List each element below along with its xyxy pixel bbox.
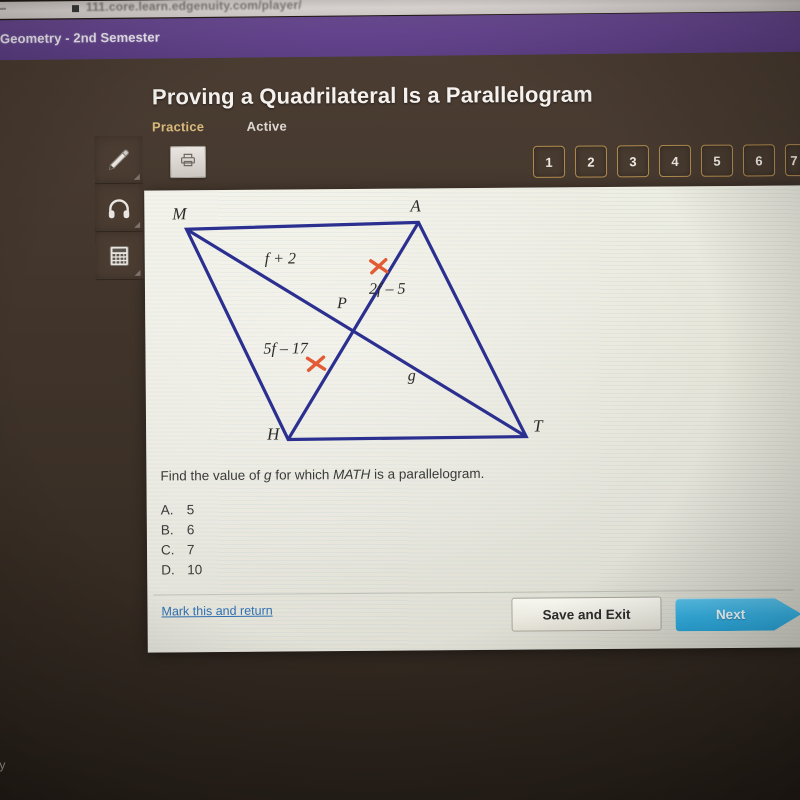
choice-letter: B.: [160, 522, 174, 538]
answer-choice-b[interactable]: B. 6: [161, 520, 202, 540]
next-button-label: Next: [715, 606, 746, 623]
tick-upper-right: [369, 257, 389, 275]
save-and-exit-button[interactable]: Save and Exit: [511, 596, 662, 632]
choice-letter: D.: [161, 562, 175, 578]
question-chip-6[interactable]: 6: [742, 144, 776, 177]
choice-letter: C.: [160, 542, 175, 558]
calculator-icon: [107, 243, 131, 267]
audio-tool-button[interactable]: [94, 183, 144, 233]
course-title: Geometry - 2nd Semester: [0, 29, 160, 47]
bottom-clipped-text: ty: [0, 758, 6, 772]
answer-choices: A. 5 B. 6 C. 7 D. 10: [161, 500, 203, 580]
prompt-text-before: Find the value of: [160, 467, 265, 484]
segment-label-f-plus-2: f + 2: [265, 250, 296, 267]
lesson-type-label: Practice: [151, 119, 205, 135]
tick-lower-left: [305, 355, 327, 372]
url-text[interactable]: 111.core.learn.edgenuity.com/player/: [86, 0, 302, 14]
segment-label-g: g: [408, 367, 416, 384]
question-chip-5[interactable]: 5: [700, 144, 734, 177]
segment-label-5f-minus-17: 5f – 17: [263, 340, 309, 357]
segment-label-2f-minus-5: 2f – 5: [369, 281, 406, 298]
choice-value: 5: [186, 502, 195, 518]
question-prompt: Find the value of g for which MATH is a …: [160, 466, 484, 484]
page-title: Proving a Quadrilateral Is a Parallelogr…: [151, 81, 593, 110]
choice-value: 10: [187, 562, 203, 578]
vertex-label-M: M: [171, 204, 187, 223]
print-button[interactable]: [169, 145, 207, 179]
answer-choice-c[interactable]: C. 7: [161, 540, 202, 560]
question-chip-2[interactable]: 2: [574, 145, 608, 178]
photographed-screen: 111.core.learn.edgenuity.com/player/ Geo…: [0, 0, 800, 800]
geometry-figure: M A H T P f + 2 2f – 5 5f – 17 g: [146, 189, 568, 454]
mark-and-return-link[interactable]: Mark this and return: [161, 604, 272, 619]
choice-value: 7: [186, 542, 195, 558]
pencil-tool-button[interactable]: [94, 135, 143, 185]
status-badge: Active: [246, 118, 287, 134]
tab-square-icon: [71, 5, 80, 13]
tool-rail: [94, 135, 144, 281]
choice-value: 6: [186, 522, 195, 538]
calculator-tool-button[interactable]: [95, 231, 144, 281]
lesson-meta: Practice Active: [152, 118, 287, 137]
headphones-icon: [106, 194, 132, 220]
browser-tab-corner: [0, 7, 7, 19]
choice-letter: A.: [160, 502, 174, 518]
course-banner: Geometry - 2nd Semester: [0, 11, 800, 61]
prompt-text-mid: for which: [271, 467, 334, 483]
point-label-P: P: [336, 295, 347, 312]
vertex-label-A: A: [409, 196, 421, 215]
printer-icon: [178, 150, 198, 173]
question-chip-7[interactable]: 7: [784, 144, 800, 177]
answer-choice-a[interactable]: A. 5: [161, 500, 202, 520]
vertex-label-H: H: [266, 425, 281, 444]
prompt-text-after: is a parallelogram.: [370, 465, 485, 482]
next-button[interactable]: Next: [675, 597, 800, 631]
question-card: M A H T P f + 2 2f – 5 5f – 17 g Find th…: [144, 185, 800, 653]
prompt-shape-name: MATH: [332, 466, 371, 483]
question-chip-1[interactable]: 1: [532, 145, 566, 178]
vertex-label-T: T: [533, 416, 544, 435]
footer-divider: [153, 589, 794, 596]
pencil-icon: [106, 146, 132, 172]
question-chip-4[interactable]: 4: [658, 144, 692, 178]
question-chip-3[interactable]: 3: [616, 145, 650, 178]
answer-choice-d[interactable]: D. 10: [161, 560, 202, 580]
question-nav: 1 2 3 4 5 6 7: [532, 144, 800, 178]
